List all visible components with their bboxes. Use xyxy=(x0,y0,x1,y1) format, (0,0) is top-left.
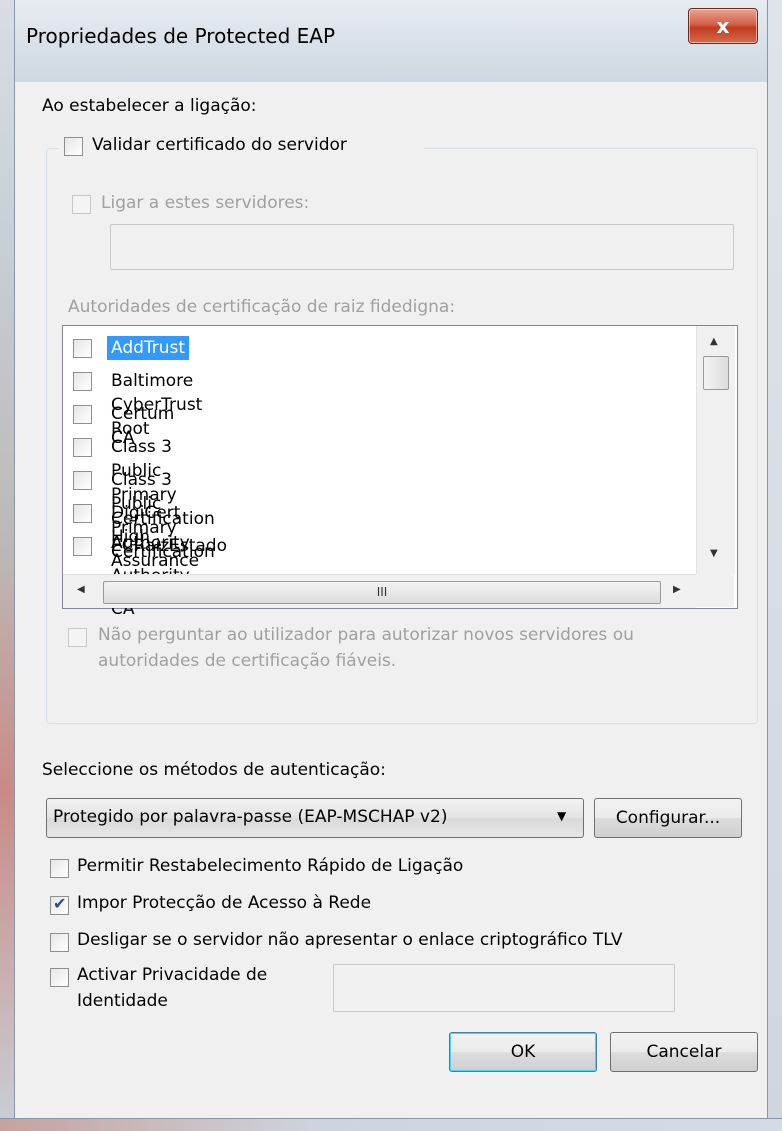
ca-label: AddTrust External CA Root xyxy=(107,336,190,406)
connect-servers-checkbox[interactable] xyxy=(72,195,91,214)
cancel-button[interactable]: Cancelar xyxy=(610,1032,758,1072)
chevron-down-icon[interactable]: ▼ xyxy=(557,809,566,823)
validate-cert-checkbox[interactable] xyxy=(64,137,83,156)
ca-checkbox[interactable] xyxy=(73,537,92,556)
ca-listbox[interactable]: AddTrust External CA Root Baltimore Cybe… xyxy=(62,325,738,619)
ca-label: DigiCert High Assurance EV Root CA xyxy=(111,503,200,619)
close-button[interactable]: x xyxy=(688,8,758,44)
ca-checkbox[interactable] xyxy=(73,504,92,523)
ca-label: Class 3 Public Primary Certification Aut… xyxy=(111,437,215,553)
identity-privacy-label-line2[interactable]: Identidade xyxy=(77,991,168,1011)
window-frame-right xyxy=(767,0,782,1131)
ca-label: Certum CA xyxy=(111,404,175,448)
auth-method-heading: Seleccione os métodos de autenticação: xyxy=(42,760,386,780)
ca-checkbox[interactable] xyxy=(73,405,92,424)
ca-label: ECRaizEstado xyxy=(111,536,227,556)
dont-prompt-checkbox[interactable] xyxy=(68,628,87,647)
identity-input[interactable] xyxy=(333,964,675,1012)
nap-label[interactable]: Impor Protecção de Acesso à Rede xyxy=(77,893,371,913)
scroll-down-icon[interactable]: ▼ xyxy=(710,548,718,559)
connection-heading: Ao estabelecer a ligação: xyxy=(42,96,257,116)
ok-button[interactable]: OK xyxy=(449,1032,597,1072)
connect-servers-label[interactable]: Ligar a estes servidores: xyxy=(101,193,309,213)
configure-button[interactable]: Configurar... xyxy=(594,798,742,838)
ca-label: Baltimore CyberTrust Root xyxy=(111,371,203,439)
dont-prompt-label-line1[interactable]: Não perguntar ao utilizador para autoriz… xyxy=(98,625,634,645)
window-frame-left xyxy=(0,0,15,1131)
disconnect-tlv-checkbox[interactable] xyxy=(50,933,69,952)
scroll-up-icon[interactable]: ▲ xyxy=(710,336,718,347)
disconnect-tlv-label[interactable]: Desligar se o servidor não apresentar o … xyxy=(77,930,622,950)
auth-method-value: Protegido por palavra-passe (EAP-MSCHAP … xyxy=(53,807,448,827)
window-frame-bottom xyxy=(0,1118,782,1131)
ca-checkbox[interactable] xyxy=(73,471,92,490)
horizontal-scrollbar[interactable]: ◀ III ▶ xyxy=(63,574,696,608)
fast-reconnect-checkbox[interactable] xyxy=(50,859,69,878)
validate-cert-label[interactable]: Validar certificado do servidor xyxy=(92,135,347,155)
dont-prompt-label-line2[interactable]: autoridades de certificação fiáveis. xyxy=(98,651,396,671)
scroll-corner xyxy=(696,574,734,607)
fast-reconnect-label[interactable]: Permitir Restabelecimento Rápido de Liga… xyxy=(77,856,463,876)
scroll-right-icon[interactable]: ▶ xyxy=(673,584,681,595)
ca-checkbox[interactable] xyxy=(73,339,92,358)
trusted-roots-label: Autoridades de certificação de raiz fide… xyxy=(68,297,456,317)
identity-privacy-checkbox[interactable] xyxy=(50,968,69,987)
servers-input[interactable] xyxy=(110,224,734,270)
horizontal-scroll-thumb[interactable]: III xyxy=(103,581,661,604)
ca-checkbox[interactable] xyxy=(73,372,92,391)
scroll-left-icon[interactable]: ◀ xyxy=(77,584,85,595)
vertical-scroll-thumb[interactable] xyxy=(703,356,729,390)
identity-privacy-label-line1[interactable]: Activar Privacidade de xyxy=(77,965,267,985)
window-title: Propriedades de Protected EAP xyxy=(26,24,336,48)
vertical-scrollbar[interactable]: ▲ ▼ xyxy=(696,326,735,574)
nap-checkbox[interactable] xyxy=(50,894,69,915)
ca-label: Class 3 Public Primary Certification Aut… xyxy=(111,470,215,586)
auth-method-select[interactable]: Protegido por palavra-passe (EAP-MSCHAP … xyxy=(46,798,584,838)
ca-checkbox[interactable] xyxy=(73,438,92,457)
